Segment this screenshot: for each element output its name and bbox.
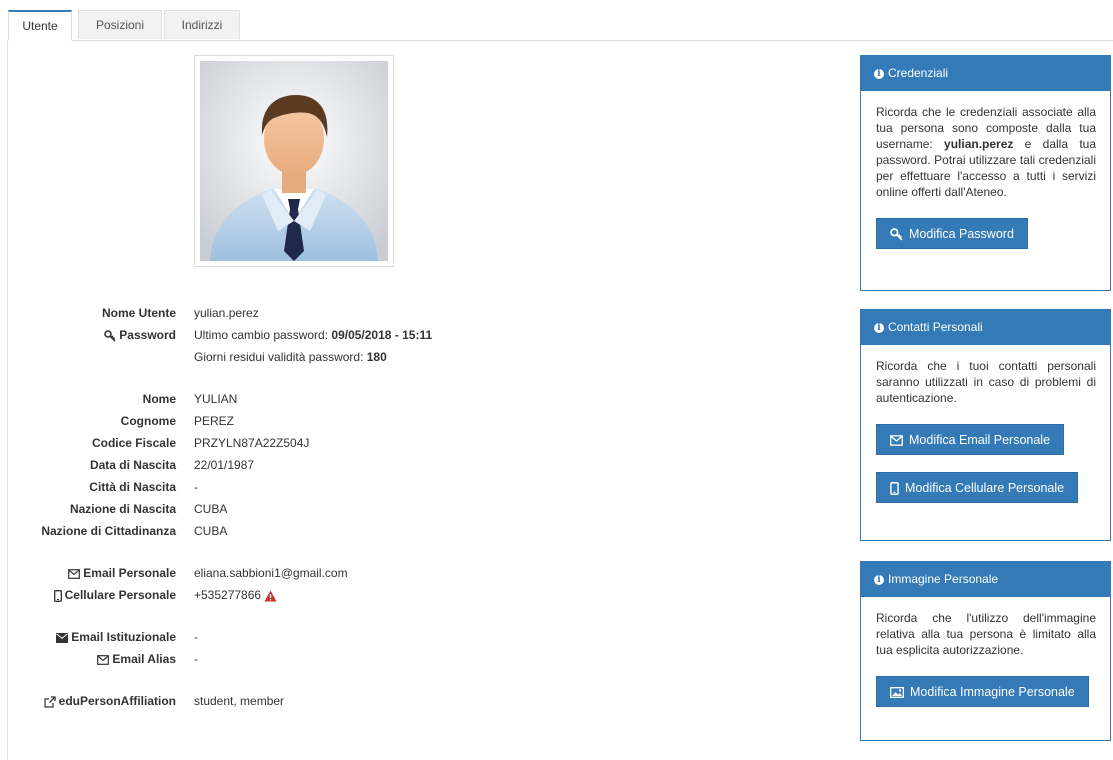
nazione-nascita-label: Nazione di Nascita bbox=[69, 502, 176, 516]
row-email-istituzionale: Email Istituzionale - bbox=[0, 627, 560, 647]
modifica-email-personale-button[interactable]: Modifica Email Personale bbox=[876, 424, 1065, 455]
modifica-immagine-personale-button[interactable]: Modifica Immagine Personale bbox=[876, 676, 1089, 707]
panel-credenziali-text: Ricorda che le credenziali associate all… bbox=[876, 105, 1097, 199]
nome-value: YULIAN bbox=[194, 392, 238, 406]
row-email-personale: Email Personale eliana.sabbioni1@gmail.c… bbox=[0, 563, 560, 583]
envelope-filled-icon bbox=[56, 632, 69, 643]
avatar-placeholder-icon bbox=[200, 61, 388, 261]
modifica-password-button[interactable]: Modifica Password bbox=[876, 218, 1028, 249]
warning-icon bbox=[264, 590, 277, 602]
row-password: Password Ultimo cambio password: 09/05/2… bbox=[0, 325, 560, 345]
row-citta-nascita: Città di Nascita - bbox=[0, 477, 560, 497]
row-data-nascita: Data di Nascita 22/01/1987 bbox=[0, 455, 560, 475]
codice-fiscale-value: PRZYLN87A22Z504J bbox=[194, 436, 310, 450]
password-validity: Giorni residui validità password: 180 bbox=[194, 350, 387, 364]
email-alias-label: Email Alias bbox=[112, 652, 176, 666]
row-cognome: Cognome PEREZ bbox=[0, 411, 560, 431]
citta-nascita-label: Città di Nascita bbox=[89, 480, 176, 494]
row-affiliation: eduPersonAffiliation student, member bbox=[0, 691, 560, 711]
username-label: Nome Utente bbox=[101, 306, 176, 320]
cognome-value: PEREZ bbox=[194, 414, 235, 428]
panel-contatti-text: Ricorda che i tuoi contatti personali sa… bbox=[876, 359, 1096, 405]
avatar bbox=[194, 55, 394, 267]
info-icon: i bbox=[874, 574, 884, 585]
key-icon bbox=[890, 228, 903, 241]
row-cellulare-personale: Cellulare Personale +535277866 bbox=[0, 585, 560, 605]
email-alias-value: - bbox=[194, 652, 198, 666]
row-email-alias: Email Alias - bbox=[0, 649, 560, 669]
info-icon: i bbox=[874, 68, 884, 79]
panel-credenziali-title: Credenziali bbox=[888, 66, 949, 80]
affiliation-value: student, member bbox=[194, 694, 285, 708]
envelope-outline-icon bbox=[68, 568, 81, 579]
panel-immagine-title: Immagine Personale bbox=[888, 572, 999, 586]
mobile-phone-icon bbox=[890, 482, 899, 496]
cellulare-personale-value: +535277866 bbox=[194, 588, 262, 602]
row-username: Nome Utente yulian.perez bbox=[0, 303, 560, 323]
panel-immagine-text: Ricorda che l'utilizzo dell'immagine rel… bbox=[876, 611, 1096, 657]
mobile-phone-icon bbox=[53, 589, 62, 602]
row-nome: Nome YULIAN bbox=[0, 389, 560, 409]
cognome-label: Cognome bbox=[120, 414, 176, 428]
tab-bar: Utente Posizioni Indirizzi bbox=[8, 10, 1113, 41]
email-personale-label: Email Personale bbox=[83, 566, 176, 580]
tab-indirizzi[interactable]: Indirizzi bbox=[164, 10, 240, 39]
data-nascita-label: Data di Nascita bbox=[89, 458, 176, 472]
key-icon bbox=[104, 330, 116, 342]
email-istituzionale-value: - bbox=[194, 630, 198, 644]
password-last-change: Ultimo cambio password: 09/05/2018 - 15:… bbox=[194, 328, 433, 342]
username-value: yulian.perez bbox=[194, 306, 259, 320]
row-codice-fiscale: Codice Fiscale PRZYLN87A22Z504J bbox=[0, 433, 560, 453]
panel-contatti-header: i Contatti Personali bbox=[861, 310, 1110, 345]
tab-posizioni[interactable]: Posizioni bbox=[78, 10, 162, 39]
panel-credenziali: i Credenziali Ricorda che le credenziali … bbox=[860, 55, 1111, 291]
row-nazione-nascita: Nazione di Nascita CUBA bbox=[0, 499, 560, 519]
tab-utente[interactable]: Utente bbox=[8, 10, 72, 41]
data-nascita-value: 22/01/1987 bbox=[194, 458, 255, 472]
image-icon bbox=[890, 687, 904, 699]
panel-immagine-personale: i Immagine Personale Ricorda che l'utiliz… bbox=[860, 561, 1111, 741]
nazione-cittadinanza-label: Nazione di Cittadinanza bbox=[41, 524, 176, 538]
password-label: Password bbox=[119, 328, 176, 342]
affiliation-label: eduPersonAffiliation bbox=[58, 694, 176, 708]
email-personale-value: eliana.sabbioni1@gmail.com bbox=[194, 566, 348, 580]
panel-credenziali-header: i Credenziali bbox=[861, 56, 1110, 91]
modifica-cellulare-personale-button[interactable]: Modifica Cellulare Personale bbox=[876, 472, 1079, 503]
nazione-cittadinanza-value: CUBA bbox=[194, 524, 228, 538]
envelope-outline-icon bbox=[97, 654, 110, 665]
nome-label: Nome bbox=[142, 392, 176, 406]
panel-immagine-header: i Immagine Personale bbox=[861, 562, 1110, 597]
row-password-validity: Giorni residui validità password: 180 bbox=[0, 347, 560, 367]
envelope-outline-icon bbox=[890, 435, 903, 447]
cellulare-personale-label: Cellulare Personale bbox=[64, 588, 176, 602]
panel-contatti-personali: i Contatti Personali Ricorda che i tuoi c… bbox=[860, 309, 1111, 541]
citta-nascita-value: - bbox=[194, 480, 198, 494]
external-link-icon bbox=[44, 696, 56, 708]
email-istituzionale-label: Email Istituzionale bbox=[71, 630, 176, 644]
panel-contatti-title: Contatti Personali bbox=[888, 320, 983, 334]
codice-fiscale-label: Codice Fiscale bbox=[91, 436, 176, 450]
info-icon: i bbox=[874, 322, 884, 333]
row-nazione-cittadinanza: Nazione di Cittadinanza CUBA bbox=[0, 521, 560, 541]
nazione-nascita-value: CUBA bbox=[194, 502, 228, 516]
